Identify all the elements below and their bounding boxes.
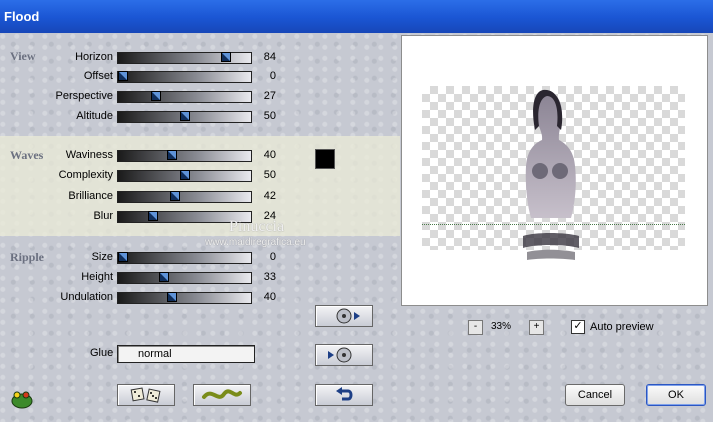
slider-thumb[interactable] <box>167 150 177 160</box>
perspective-label: Perspective <box>55 90 113 102</box>
slider-thumb[interactable] <box>170 191 180 201</box>
cd-save-icon <box>328 347 352 363</box>
blur-label: Blur <box>93 210 113 222</box>
wave-icon <box>202 389 242 399</box>
altitude-value: 50 <box>263 110 276 122</box>
zoom-value: 33% <box>491 321 512 332</box>
complexity-slider[interactable] <box>117 170 252 182</box>
height-label: Height <box>81 271 113 283</box>
horizon-slider[interactable] <box>117 52 252 64</box>
undulation-slider[interactable] <box>117 292 252 304</box>
undulation-label: Undulation <box>60 291 113 303</box>
altitude-slider[interactable] <box>117 111 252 123</box>
slider-thumb[interactable] <box>118 252 128 262</box>
reset-button[interactable] <box>315 384 373 406</box>
size-value: 0 <box>269 251 276 263</box>
slider-thumb[interactable] <box>180 170 190 180</box>
brilliance-slider[interactable] <box>117 191 252 203</box>
zoom-out-button[interactable]: - <box>468 320 483 335</box>
title-bar: Flood <box>0 0 713 33</box>
perspective-slider[interactable] <box>117 91 252 103</box>
auto-preview-label: Auto preview <box>590 321 654 333</box>
cancel-button[interactable]: Cancel <box>565 384 625 406</box>
waviness-label: Waviness <box>65 149 113 161</box>
slider-thumb[interactable] <box>167 292 177 302</box>
brilliance-label: Brilliance <box>68 190 113 202</box>
save-preset-button[interactable] <box>315 344 373 366</box>
frog-icon <box>11 391 33 409</box>
horizon-label: Horizon <box>75 51 113 63</box>
waves-color-swatch[interactable] <box>315 149 335 169</box>
watermark-name: Pinuccia <box>229 218 285 235</box>
load-preset-button[interactable] <box>315 305 373 327</box>
dice-icon <box>130 387 161 403</box>
wave-button[interactable] <box>193 384 251 406</box>
altitude-label: Altitude <box>76 110 113 122</box>
slider-thumb[interactable] <box>180 111 190 121</box>
slider-thumb[interactable] <box>118 71 128 81</box>
horizon-value: 84 <box>263 51 276 63</box>
perspective-value: 27 <box>263 90 276 102</box>
glue-select[interactable]: normal <box>117 345 255 363</box>
zoom-in-button[interactable]: + <box>529 320 544 335</box>
preview-figure-image <box>523 89 579 260</box>
glue-value: normal <box>138 348 172 360</box>
height-slider[interactable] <box>117 272 252 284</box>
size-slider[interactable] <box>117 252 252 264</box>
slider-thumb[interactable] <box>151 91 161 101</box>
randomize-button[interactable] <box>117 384 175 406</box>
complexity-label: Complexity <box>58 169 113 181</box>
size-label: Size <box>91 251 113 263</box>
window-title: Flood <box>4 9 40 24</box>
slider-thumb[interactable] <box>221 52 231 62</box>
glue-label: Glue <box>90 347 114 359</box>
auto-preview-checkbox[interactable]: ✓ <box>571 320 585 334</box>
brilliance-value: 42 <box>263 190 276 202</box>
offset-label: Offset <box>83 70 113 82</box>
offset-value: 0 <box>269 70 276 82</box>
complexity-value: 50 <box>263 169 276 181</box>
slider-thumb[interactable] <box>159 272 169 282</box>
cd-load-icon <box>336 308 360 324</box>
flood-dialog: Flood View Waves Ripple Horizon 84 Offse… <box>0 0 713 422</box>
undo-icon <box>336 387 353 401</box>
preview-pane[interactable] <box>401 35 708 306</box>
height-value: 33 <box>263 271 276 283</box>
undulation-value: 40 <box>263 291 276 303</box>
waviness-value: 40 <box>263 149 276 161</box>
watermark-url: www.maidiregrafica.eu <box>205 237 306 248</box>
waviness-slider[interactable] <box>117 150 252 162</box>
offset-slider[interactable] <box>117 71 252 83</box>
ok-button[interactable]: OK <box>646 384 706 406</box>
slider-thumb[interactable] <box>148 211 158 221</box>
